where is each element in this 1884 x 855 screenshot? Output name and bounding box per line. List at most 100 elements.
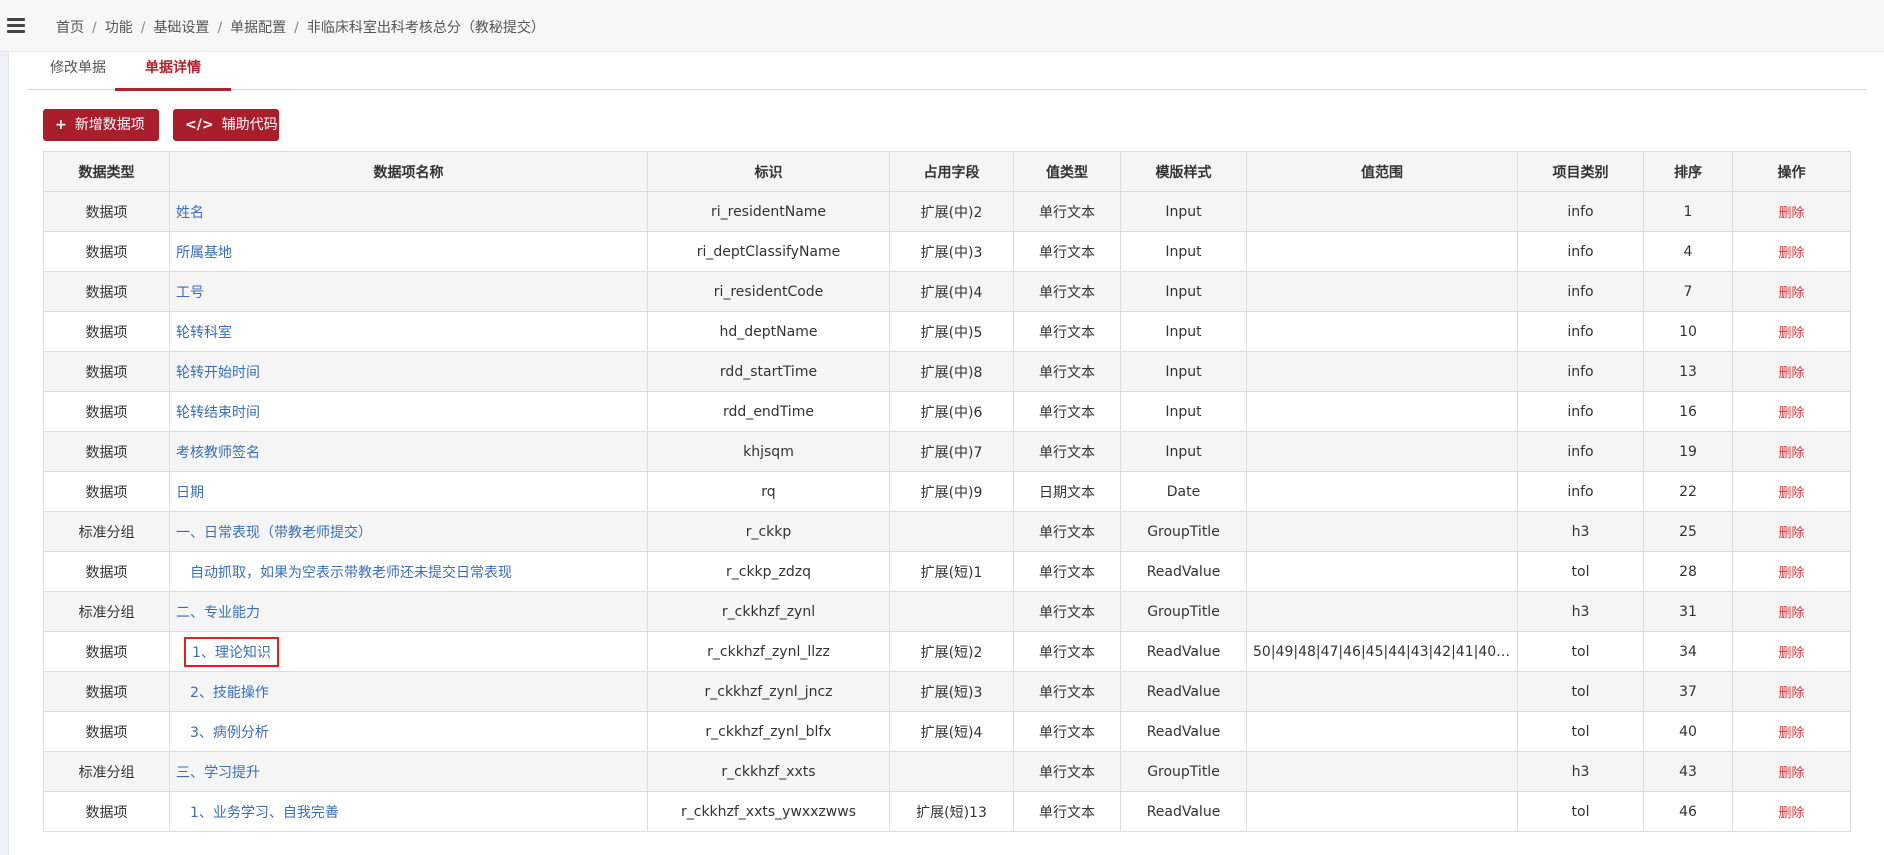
delete-link[interactable]: 删除 — [1778, 326, 1804, 341]
cell-item-name: 1、业务学习、自我完善 — [169, 791, 648, 832]
cell-item-category: info — [1517, 311, 1644, 352]
delete-link[interactable]: 删除 — [1778, 806, 1804, 821]
cell-value-range — [1246, 711, 1518, 752]
cell-template-style: Input — [1120, 191, 1247, 232]
cell-value-range — [1246, 471, 1518, 512]
cell-sort-order: 4 — [1643, 231, 1733, 272]
cell-item-name: 二、专业能力 — [169, 591, 648, 632]
add-data-item-button[interactable]: + 新增数据项 — [43, 109, 159, 141]
menu-toggle-icon[interactable] — [7, 18, 25, 34]
cell-item-category: tol — [1517, 631, 1644, 672]
cell-value-range — [1246, 671, 1518, 712]
breadcrumb-function[interactable]: 功能 — [105, 20, 133, 36]
add-data-item-label: 新增数据项 — [74, 117, 145, 133]
cell-sort-order: 10 — [1643, 311, 1733, 352]
item-name-link[interactable]: 工号 — [176, 285, 204, 301]
cell-data-type: 数据项 — [43, 551, 170, 592]
cell-item-name: 轮转开始时间 — [169, 351, 648, 392]
column-header: 标识 — [647, 151, 890, 192]
item-name-link[interactable]: 2、技能操作 — [176, 685, 269, 701]
cell-data-type: 数据项 — [43, 351, 170, 392]
delete-link[interactable]: 删除 — [1778, 686, 1804, 701]
breadcrumb-separator: / — [217, 20, 223, 36]
cell-value-range — [1246, 751, 1518, 792]
table-row: 数据项 1、理论知识 r_ckkhzf_zynl_llzz 扩展(短)2 单行文本 Rea… — [43, 631, 1851, 672]
item-name-link[interactable]: 1、理论知识 — [192, 645, 271, 661]
column-header: 数据类型 — [43, 151, 170, 192]
cell-template-style: ReadValue — [1120, 711, 1247, 752]
item-name-link[interactable]: 轮转结束时间 — [176, 405, 260, 421]
cell-template-style: ReadValue — [1120, 551, 1247, 592]
breadcrumb-home[interactable]: 首页 — [56, 20, 84, 36]
breadcrumb-basic-settings[interactable]: 基础设置 — [153, 20, 209, 36]
cell-item-name: 轮转科室 — [169, 311, 648, 352]
cell-data-type: 数据项 — [43, 311, 170, 352]
cell-value-type: 单行文本 — [1013, 711, 1121, 752]
item-name-link[interactable]: 一、日常表现（带教老师提交） — [176, 525, 372, 541]
tab-edit-form[interactable]: 修改单据 — [43, 58, 113, 88]
table-row: 标准分组 三、学习提升 r_ckkhzf_xxts 单行文本 GroupTitle h3 4… — [43, 751, 1851, 792]
item-name-link[interactable]: 考核教师签名 — [176, 445, 260, 461]
cell-item-category: tol — [1517, 551, 1644, 592]
breadcrumb-form-config[interactable]: 单据配置 — [230, 20, 286, 36]
cell-item-category: tol — [1517, 711, 1644, 752]
cell-sort-order: 22 — [1643, 471, 1733, 512]
cell-operation: 删除 — [1732, 511, 1851, 552]
cell-operation: 删除 — [1732, 751, 1851, 792]
cell-operation: 删除 — [1732, 351, 1851, 392]
delete-link[interactable]: 删除 — [1778, 606, 1804, 621]
cell-value-type: 单行文本 — [1013, 631, 1121, 672]
cell-value-type: 单行文本 — [1013, 271, 1121, 312]
cell-data-type: 数据项 — [43, 671, 170, 712]
item-name-link[interactable]: 自动抓取，如果为空表示带教老师还未提交日常表现 — [176, 565, 512, 581]
column-header: 占用字段 — [889, 151, 1014, 192]
item-name-link[interactable]: 轮转科室 — [176, 325, 232, 341]
cell-operation: 删除 — [1732, 631, 1851, 672]
item-name-link[interactable]: 轮转开始时间 — [176, 365, 260, 381]
tab-form-details[interactable]: 单据详情 — [115, 58, 231, 91]
breadcrumb-separator: / — [140, 20, 146, 36]
item-name-link[interactable]: 所属基地 — [176, 245, 232, 261]
helper-code-label: 辅助代码 — [221, 117, 278, 133]
highlight-box: 1、理论知识 — [184, 636, 279, 667]
delete-link[interactable]: 删除 — [1778, 246, 1804, 261]
plus-icon: + — [55, 117, 67, 133]
item-name-link[interactable]: 二、专业能力 — [176, 605, 260, 621]
cell-identifier: rq — [647, 471, 890, 512]
delete-link[interactable]: 删除 — [1778, 726, 1804, 741]
cell-value-range — [1246, 591, 1518, 632]
cell-item-name: 轮转结束时间 — [169, 391, 648, 432]
delete-link[interactable]: 删除 — [1778, 646, 1804, 661]
item-name-link[interactable]: 日期 — [176, 485, 204, 501]
delete-link[interactable]: 删除 — [1778, 446, 1804, 461]
cell-item-name: 自动抓取，如果为空表示带教老师还未提交日常表现 — [169, 551, 648, 592]
delete-link[interactable]: 删除 — [1778, 406, 1804, 421]
cell-data-type: 数据项 — [43, 231, 170, 272]
cell-field: 扩展(短)13 — [889, 791, 1014, 832]
tab-bar: 修改单据 单据详情 — [28, 52, 1866, 91]
item-name-link[interactable]: 1、业务学习、自我完善 — [176, 805, 339, 821]
cell-field: 扩展(中)8 — [889, 351, 1014, 392]
helper-code-button[interactable]: </> 辅助代码 — [173, 109, 279, 141]
delete-link[interactable]: 删除 — [1778, 366, 1804, 381]
delete-link[interactable]: 删除 — [1778, 286, 1804, 301]
cell-identifier: r_ckkhzf_zynl_blfx — [647, 711, 890, 752]
delete-link[interactable]: 删除 — [1778, 486, 1804, 501]
delete-link[interactable]: 删除 — [1778, 526, 1804, 541]
item-name-link[interactable]: 三、学习提升 — [176, 765, 260, 781]
cell-item-name: 姓名 — [169, 191, 648, 232]
cell-value-type: 单行文本 — [1013, 591, 1121, 632]
delete-link[interactable]: 删除 — [1778, 206, 1804, 221]
cell-item-name: 1、理论知识 — [169, 631, 648, 672]
cell-sort-order: 28 — [1643, 551, 1733, 592]
delete-link[interactable]: 删除 — [1778, 566, 1804, 581]
item-name-link[interactable]: 姓名 — [176, 205, 204, 221]
cell-item-category: h3 — [1517, 591, 1644, 632]
delete-link[interactable]: 删除 — [1778, 766, 1804, 781]
cell-value-range — [1246, 391, 1518, 432]
cell-field: 扩展(中)4 — [889, 271, 1014, 312]
cell-operation: 删除 — [1732, 711, 1851, 752]
top-bar: 首页 / 功能 / 基础设置 / 单据配置 / 非临床科室出科考核总分（教秘提交） — [0, 0, 1884, 52]
table-row: 数据项 1、业务学习、自我完善 r_ckkhzf_xxts_ywxxzwws 扩展(短… — [43, 791, 1851, 832]
item-name-link[interactable]: 3、病例分析 — [176, 725, 269, 741]
